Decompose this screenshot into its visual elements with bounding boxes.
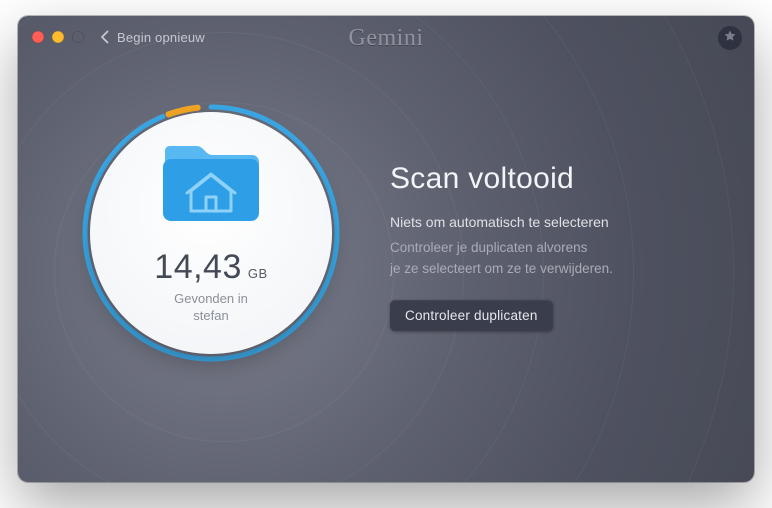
app-window: Begin opnieuw Gemini <box>18 16 754 482</box>
hint-line-1: Controleer je duplicaten alvorens <box>390 240 587 255</box>
result-heading: Scan voltooid <box>390 162 714 196</box>
results-panel: Scan voltooid Niets om automatisch te se… <box>390 162 714 331</box>
location-label: stefan <box>193 308 228 323</box>
content-area: 14,43 GB Gevonden in stefan Scan voltooi… <box>18 16 754 482</box>
hint-line-2: je ze selecteert om ze te verwijderen. <box>390 261 613 276</box>
home-folder-icon <box>159 143 263 230</box>
size-unit: GB <box>248 266 268 281</box>
result-hint: Controleer je duplicaten alvorens je ze … <box>390 238 690 280</box>
size-line: 14,43 GB <box>154 248 267 287</box>
size-value: 14,43 <box>154 248 242 287</box>
review-duplicates-button[interactable]: Controleer duplicaten <box>390 300 553 331</box>
result-disc: 14,43 GB Gevonden in stefan <box>90 112 332 354</box>
result-subtitle: Niets om automatisch te selecteren <box>390 214 714 230</box>
progress-circle: 14,43 GB Gevonden in stefan <box>80 102 342 364</box>
found-in-label: Gevonden in <box>174 291 248 306</box>
